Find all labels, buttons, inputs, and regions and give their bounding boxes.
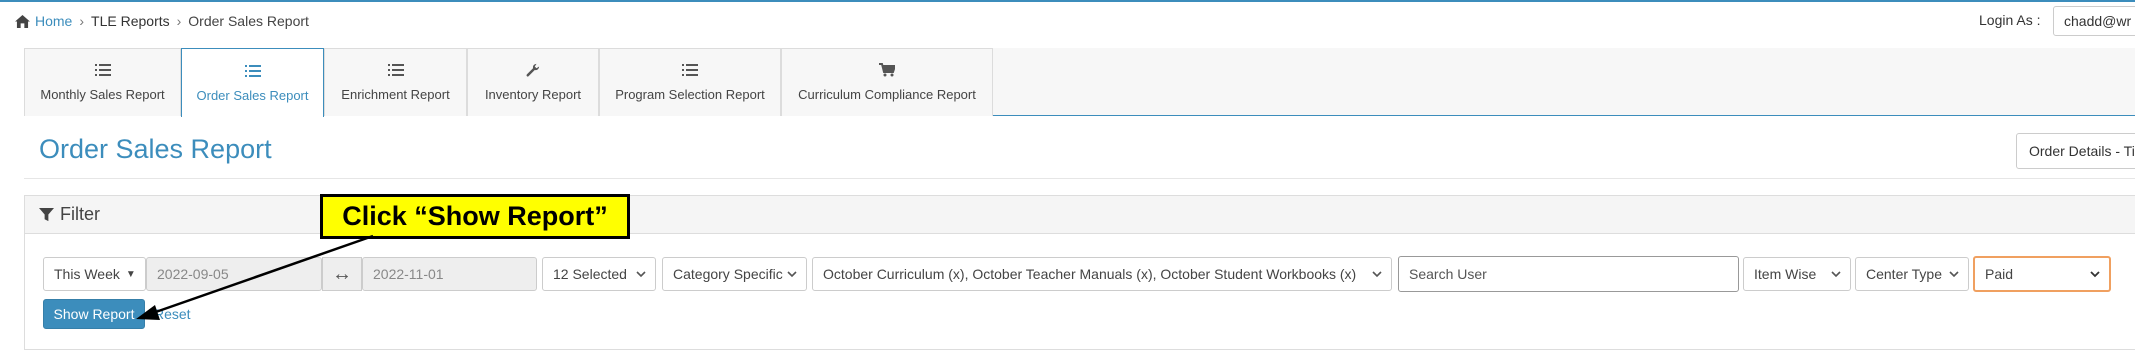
search-user-input[interactable]: Search User: [1398, 256, 1739, 292]
home-icon: [15, 14, 30, 28]
grouping-dropdown[interactable]: Item Wise: [1743, 257, 1851, 291]
chevron-down-icon: [1372, 271, 1382, 278]
date-range-arrows-icon: ↔: [322, 257, 362, 291]
breadcrumb-current: Order Sales Report: [188, 13, 309, 29]
filter-heading: Filter: [60, 204, 100, 224]
tab-monthly-sales-report[interactable]: Monthly Sales Report: [24, 48, 181, 116]
list-icon: [94, 64, 111, 76]
categories-value: October Curriculum (x), October Teacher …: [823, 266, 1357, 282]
selection-multiselect[interactable]: 12 Selected: [542, 257, 656, 291]
breadcrumb-section[interactable]: TLE Reports: [91, 13, 170, 29]
divider: [24, 178, 2135, 179]
tab-enrichment-report[interactable]: Enrichment Report: [324, 48, 467, 116]
reset-link[interactable]: Reset: [154, 306, 191, 322]
tab-order-sales-report[interactable]: Order Sales Report: [181, 48, 324, 117]
center-type-value: Center Type: [1866, 266, 1943, 282]
tab-curriculum-compliance-report[interactable]: Curriculum Compliance Report: [781, 48, 993, 116]
tab-label: Monthly Sales Report: [40, 87, 165, 102]
selection-count: 12 Selected: [553, 266, 627, 282]
chevron-down-icon: [1831, 271, 1841, 278]
login-as-select[interactable]: chadd@wr: [2053, 6, 2135, 36]
order-details-dropdown[interactable]: Order Details - Ti: [2016, 133, 2135, 169]
tab-program-selection-report[interactable]: Program Selection Report: [599, 48, 781, 116]
search-placeholder: Search User: [1409, 266, 1487, 282]
end-date-input[interactable]: 2022-11-01: [362, 257, 537, 291]
status-value: Paid: [1985, 266, 2014, 282]
caret-down-icon: ▼: [125, 268, 136, 280]
page-title: Order Sales Report: [39, 134, 272, 164]
center-type-dropdown[interactable]: Center Type: [1855, 257, 1969, 291]
end-date-value: 2022-11-01: [373, 266, 444, 282]
breadcrumb-separator: ›: [79, 13, 85, 29]
wrench-icon: [526, 63, 540, 77]
category-mode-dropdown[interactable]: Category Specific: [662, 257, 807, 291]
period-dropdown[interactable]: This Week ▼: [43, 257, 146, 291]
tab-label: Curriculum Compliance Report: [798, 87, 976, 102]
chevron-down-icon: [1949, 271, 1959, 278]
list-icon: [244, 64, 261, 77]
breadcrumb-separator: ›: [176, 13, 182, 29]
tab-label: Program Selection Report: [615, 87, 765, 102]
chevron-down-icon: [787, 271, 797, 278]
tab-label: Inventory Report: [484, 87, 582, 102]
start-date-input[interactable]: 2022-09-05: [146, 257, 322, 291]
categories-multiselect[interactable]: October Curriculum (x), October Teacher …: [812, 257, 1392, 291]
login-as-label: Login As :: [1979, 12, 2041, 28]
chevron-down-icon: [636, 271, 646, 278]
tab-inventory-report[interactable]: Inventory Report: [467, 48, 599, 116]
breadcrumb-home-link[interactable]: Home: [35, 13, 72, 29]
instruction-callout: Click “Show Report”: [320, 194, 630, 239]
filter-icon: [39, 207, 54, 222]
list-icon: [682, 64, 698, 76]
start-date-value: 2022-09-05: [157, 266, 229, 282]
chevron-down-icon: [2090, 271, 2100, 278]
status-dropdown[interactable]: Paid: [1973, 256, 2111, 292]
tab-label: Enrichment Report: [341, 87, 450, 102]
cart-icon: [879, 63, 895, 77]
top-bar: Home › TLE Reports › Order Sales Report: [0, 2, 2135, 40]
category-mode-value: Category Specific: [673, 266, 783, 282]
show-report-button[interactable]: Show Report: [43, 299, 145, 329]
tab-label: Order Sales Report: [196, 87, 309, 103]
report-tabs: Monthly Sales Report Order Sales Report …: [24, 48, 2135, 117]
grouping-value: Item Wise: [1754, 266, 1817, 282]
list-icon: [387, 64, 404, 76]
period-value: This Week: [54, 266, 120, 282]
breadcrumb: Home › TLE Reports › Order Sales Report: [0, 13, 309, 29]
